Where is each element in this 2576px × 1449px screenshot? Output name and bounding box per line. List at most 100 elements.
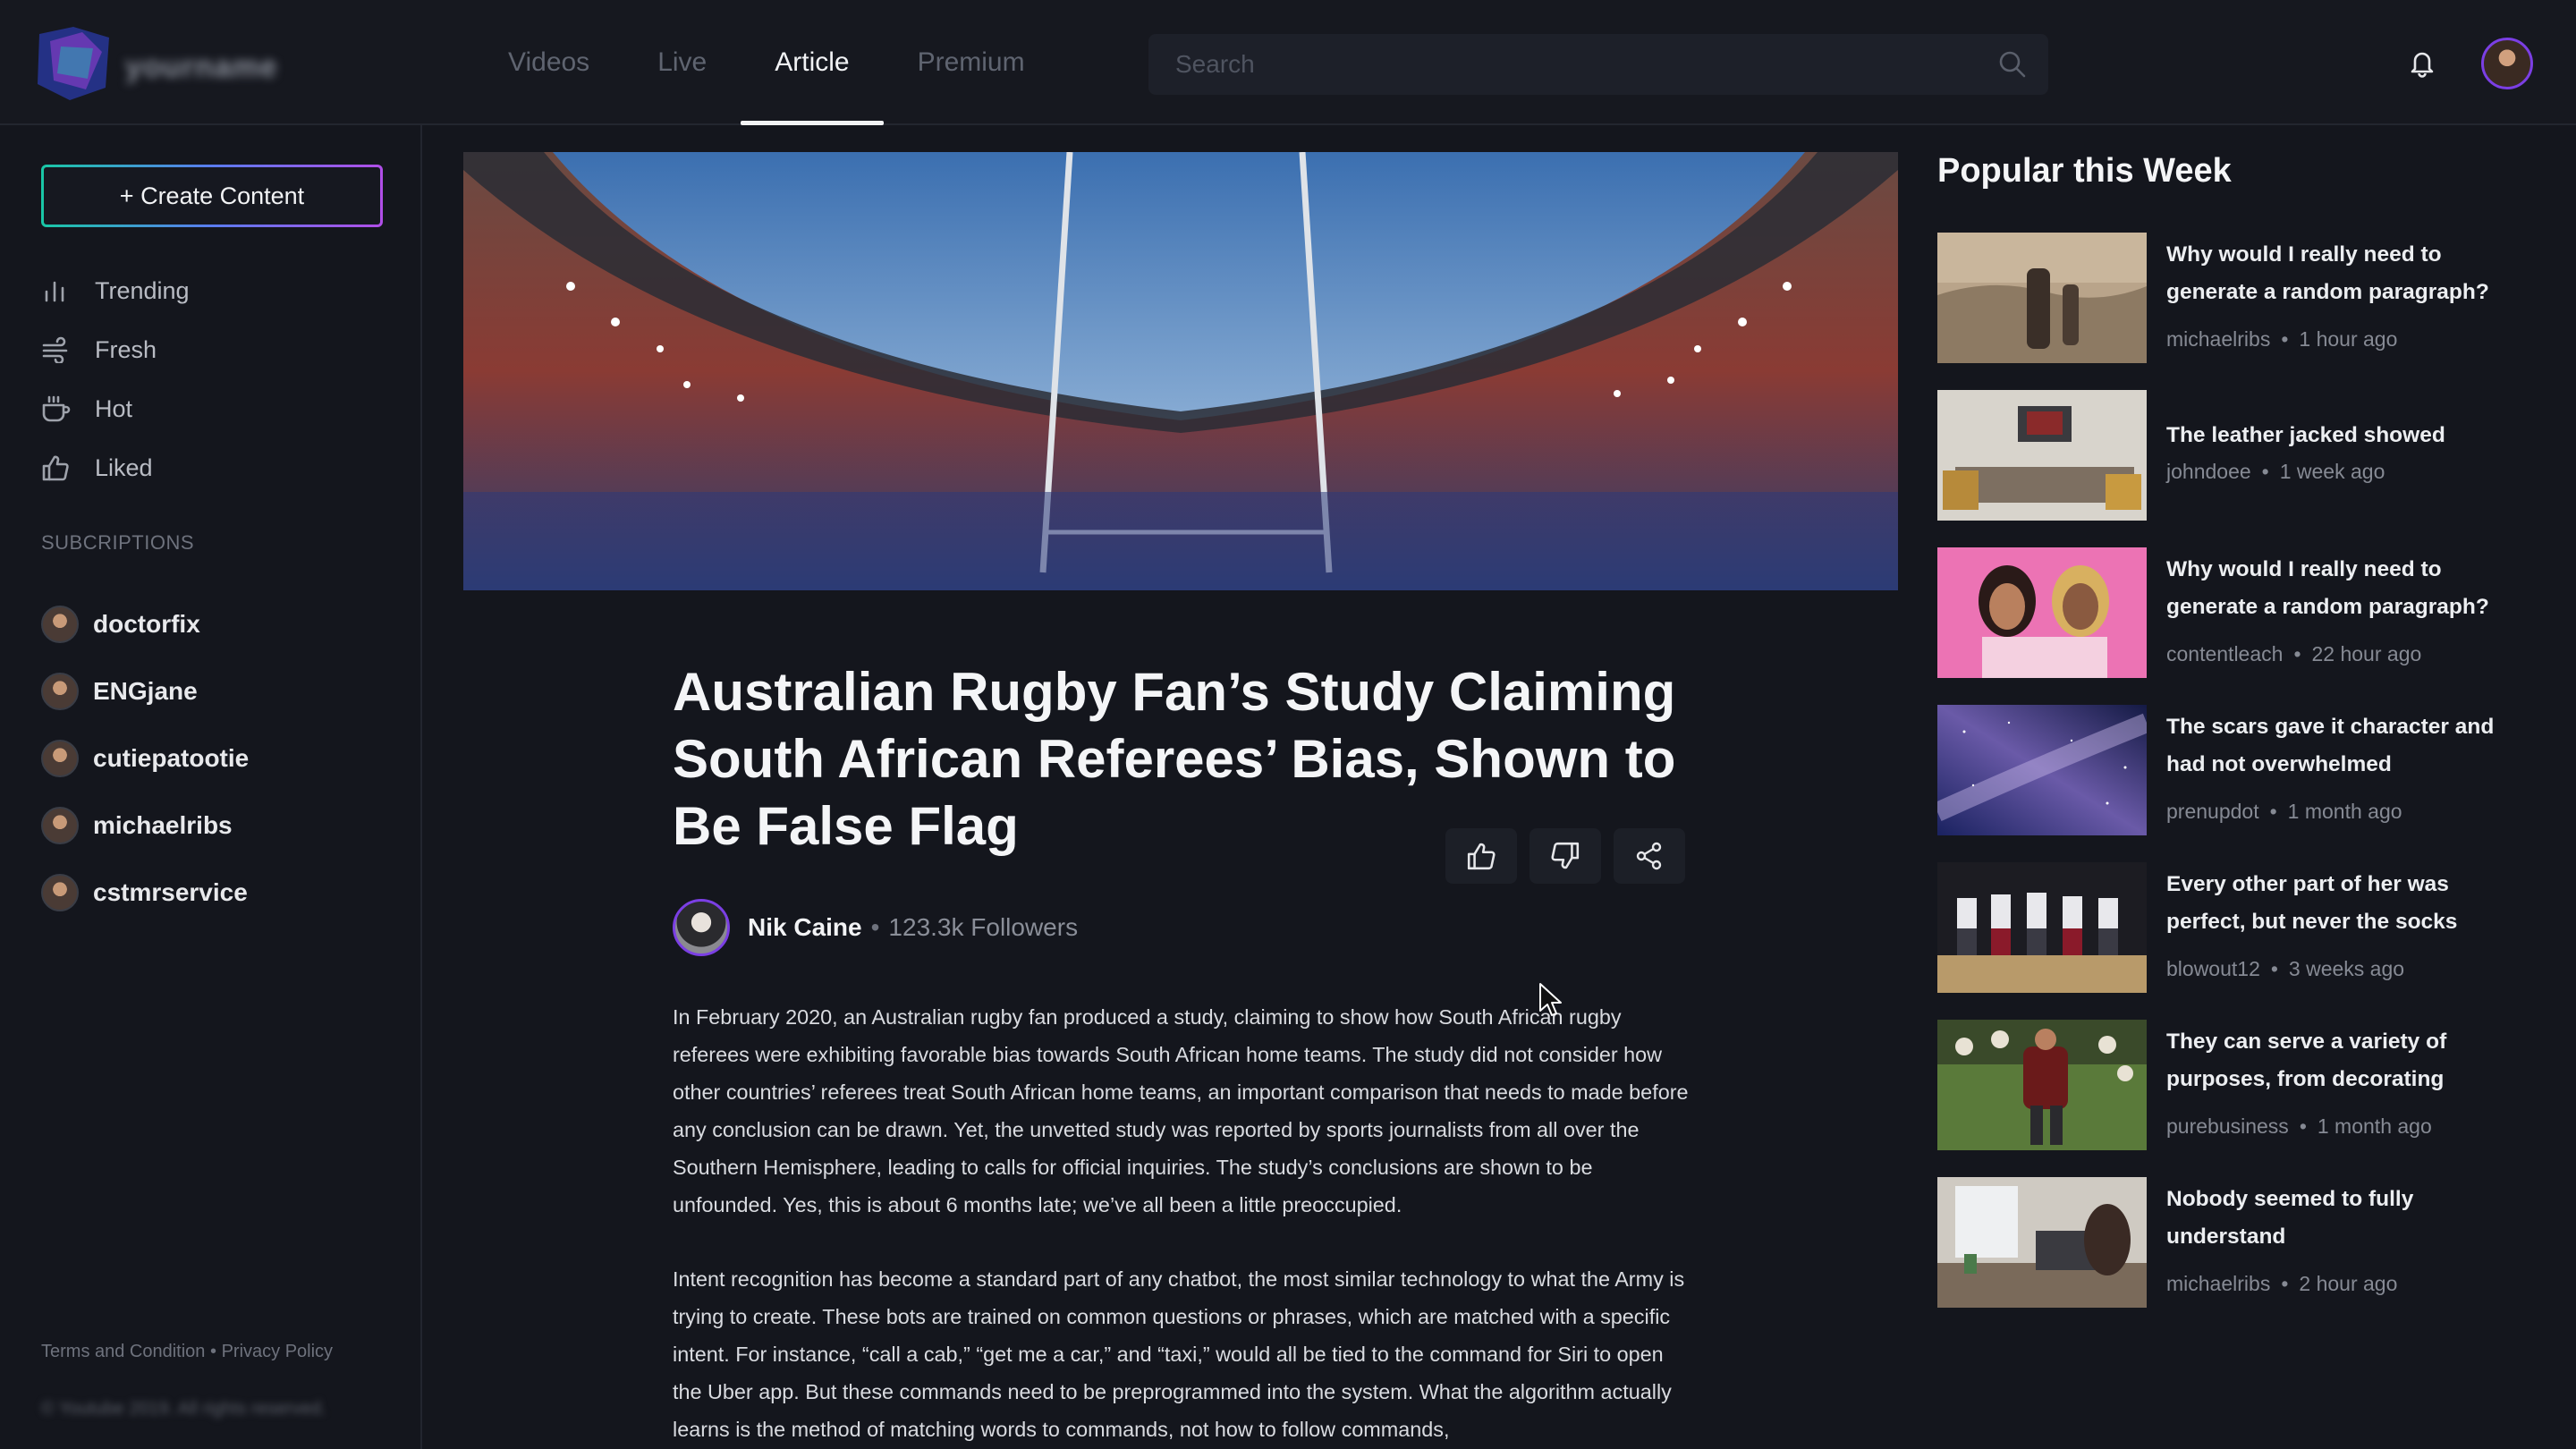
avatar <box>41 873 79 911</box>
list-item[interactable]: The scars gave it character and had not … <box>1937 705 2510 862</box>
subscription-name: ENGjane <box>93 676 198 705</box>
popular-item-meta: prenupdot • 1 month ago <box>2166 800 2402 824</box>
meta-separator: • <box>2281 327 2289 351</box>
sidebar-item-fresh[interactable]: Fresh <box>41 320 190 379</box>
sidebar-item-trending[interactable]: Trending <box>41 261 190 320</box>
list-item[interactable]: Why would I really need to generate a ra… <box>1937 233 2510 390</box>
bar-chart-icon <box>41 275 73 307</box>
privacy-link[interactable]: Privacy Policy <box>222 1342 333 1361</box>
author-separator: • <box>870 913 880 941</box>
thumbnail[interactable] <box>1937 233 2147 363</box>
sidebar-item-liked[interactable]: Liked <box>41 438 190 497</box>
search-bar <box>1148 34 2048 95</box>
subscriptions-list: doctorfix ENGjane cutiepatootie michaelr… <box>41 590 249 926</box>
create-content-button[interactable]: + Create Content <box>41 165 383 227</box>
article-actions <box>1445 828 1698 884</box>
dislike-button[interactable] <box>1530 828 1601 884</box>
notifications-button[interactable] <box>2397 38 2447 88</box>
hero-image <box>463 152 1898 590</box>
popular-item-title[interactable]: The leather jacked showed <box>2166 417 2506 454</box>
author-followers: 123.3k Followers <box>888 913 1079 941</box>
logo-text: yourname <box>125 50 278 84</box>
subscription-item[interactable]: doctorfix <box>41 590 249 657</box>
wind-icon <box>41 334 73 366</box>
popular-item-time: 1 hour ago <box>2299 327 2398 351</box>
popular-item-title[interactable]: The scars gave it character and had not … <box>2166 708 2506 784</box>
thumbs-up-icon <box>41 452 73 484</box>
thumbnail[interactable] <box>1937 547 2147 678</box>
meta-separator: • <box>2261 460 2269 483</box>
popular-item-author[interactable]: contentleach <box>2166 642 2283 665</box>
logo-icon[interactable] <box>34 25 114 102</box>
popular-heading: Popular this Week <box>1937 152 2232 190</box>
meta-separator: • <box>2270 957 2278 980</box>
footer-links: Terms and Condition • Privacy Policy <box>41 1342 333 1362</box>
avatar <box>41 739 79 777</box>
tab-live[interactable]: Live <box>623 0 741 125</box>
thumbnail[interactable] <box>1937 862 2147 993</box>
subscription-item[interactable]: cutiepatootie <box>41 724 249 792</box>
avatar[interactable] <box>673 899 730 956</box>
share-button[interactable] <box>1614 828 1685 884</box>
subscription-item[interactable]: cstmrservice <box>41 859 249 926</box>
thumbs-up-icon <box>1467 843 1496 870</box>
meta-separator: • <box>2269 800 2277 823</box>
list-item[interactable]: They can serve a variety of purposes, fr… <box>1937 1020 2510 1177</box>
popular-item-author[interactable]: purebusiness <box>2166 1114 2289 1138</box>
popular-list: Why would I really need to generate a ra… <box>1937 233 2510 1335</box>
search-icon[interactable] <box>1996 48 2029 80</box>
top-bar: yourname Videos Live Article Premium <box>0 0 2576 125</box>
sidebar: + Create Content Trending Fresh Hot Like… <box>0 125 422 1449</box>
terms-link[interactable]: Terms and Condition <box>41 1342 205 1361</box>
popular-item-meta: johndoee • 1 week ago <box>2166 460 2385 484</box>
popular-item-time: 1 month ago <box>2317 1114 2432 1138</box>
like-button[interactable] <box>1445 828 1517 884</box>
meta-separator: • <box>2281 1272 2289 1295</box>
popular-item-title[interactable]: Nobody seemed to fully understand <box>2166 1181 2506 1256</box>
subscription-item[interactable]: ENGjane <box>41 657 249 724</box>
subscription-name: cstmrservice <box>93 877 248 906</box>
popular-item-time: 22 hour ago <box>2311 642 2422 665</box>
search-input[interactable] <box>1148 34 1971 95</box>
popular-item-time: 2 hour ago <box>2299 1272 2398 1295</box>
tab-premium[interactable]: Premium <box>884 0 1059 125</box>
thumbs-down-icon <box>1551 842 1580 869</box>
sidebar-item-label: Liked <box>95 453 153 481</box>
popular-item-meta: contentleach • 22 hour ago <box>2166 642 2421 666</box>
thumbnail[interactable] <box>1937 705 2147 835</box>
sidebar-item-label: Trending <box>95 276 190 304</box>
list-item[interactable]: Every other part of her was perfect, but… <box>1937 862 2510 1020</box>
popular-item-title[interactable]: They can serve a variety of purposes, fr… <box>2166 1023 2506 1098</box>
tab-article[interactable]: Article <box>741 0 884 125</box>
thumbnail[interactable] <box>1937 1020 2147 1150</box>
thumbnail[interactable] <box>1937 390 2147 521</box>
popular-item-author[interactable]: michaelribs <box>2166 1272 2270 1295</box>
subscription-item[interactable]: michaelribs <box>41 792 249 859</box>
list-item[interactable]: Nobody seemed to fully understand michae… <box>1937 1177 2510 1335</box>
tab-videos[interactable]: Videos <box>474 0 623 125</box>
user-avatar[interactable] <box>2481 38 2533 89</box>
thumbnail[interactable] <box>1937 1177 2147 1308</box>
popular-item-meta: michaelribs • 2 hour ago <box>2166 1272 2397 1296</box>
list-item[interactable]: Why would I really need to generate a ra… <box>1937 547 2510 705</box>
share-icon <box>1636 842 1662 870</box>
popular-item-author[interactable]: michaelribs <box>2166 327 2270 351</box>
popular-item-meta: purebusiness • 1 month ago <box>2166 1114 2432 1139</box>
popular-item-title[interactable]: Why would I really need to generate a ra… <box>2166 551 2506 626</box>
article-paragraph: Intent recognition has become a standard… <box>673 1267 1685 1441</box>
list-item[interactable]: The leather jacked showed johndoee • 1 wee… <box>1937 390 2510 547</box>
popular-item-author[interactable]: blowout12 <box>2166 957 2260 980</box>
popular-item-title[interactable]: Every other part of her was perfect, but… <box>2166 866 2506 941</box>
author-name[interactable]: Nik Caine <box>748 913 862 942</box>
article-paragraph: In February 2020, an Australian rugby fa… <box>673 1005 1689 1216</box>
meta-separator: • <box>2293 642 2301 665</box>
popular-item-time: 1 week ago <box>2279 460 2385 483</box>
popular-item-author[interactable]: prenupdot <box>2166 800 2259 823</box>
footer-separator: • <box>210 1342 217 1361</box>
popular-item-author[interactable]: johndoee <box>2166 460 2251 483</box>
popular-item-title[interactable]: Why would I really need to generate a ra… <box>2166 236 2506 311</box>
sidebar-item-hot[interactable]: Hot <box>41 379 190 438</box>
coffee-cup-icon <box>41 393 73 425</box>
copyright-text: © Youtube 2019. All rights reserved. <box>41 1399 326 1419</box>
author-row: Nik Caine • 123.3k Followers <box>673 898 1078 957</box>
